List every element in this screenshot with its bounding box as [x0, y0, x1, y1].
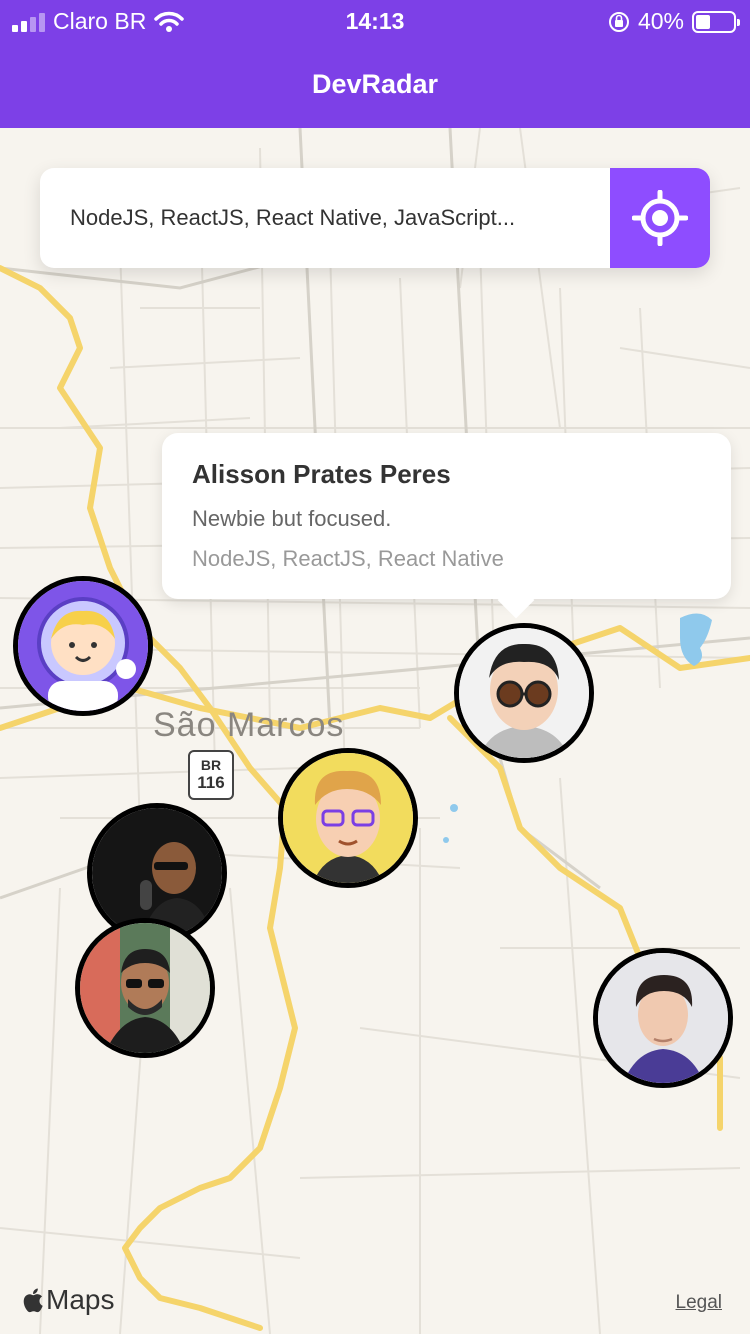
developer-techs: NodeJS, ReactJS, React Native [192, 546, 504, 571]
map-roads [0, 128, 750, 1334]
developer-callout[interactable]: Alisson Prates Peres Newbie but focused.… [162, 433, 731, 599]
developer-marker-sunglasses[interactable] [75, 918, 215, 1058]
search-bar [40, 168, 710, 268]
cartoon-blond-avatar-icon [283, 753, 413, 883]
highway-shield-prefix: BR [200, 757, 222, 773]
maps-attribution: Maps [46, 1284, 115, 1315]
photo-avatar-icon [80, 923, 210, 1053]
techs-search-input[interactable] [40, 168, 610, 268]
crosshair-icon [632, 190, 688, 246]
status-right: 40% [608, 8, 740, 35]
map-view[interactable]: São Marcos BR 116 Alisson Prates Peres N… [0, 128, 750, 1334]
legal-link[interactable]: Legal [676, 1292, 723, 1314]
developer-name: Alisson Prates Peres [192, 459, 451, 489]
developer-marker-astronaut[interactable] [13, 576, 153, 716]
developer-bio: Newbie but focused. [192, 506, 392, 531]
highway-shield-number: 116 [197, 773, 225, 792]
cartoon-glasses-avatar-icon [459, 628, 589, 758]
battery-percent: 40% [637, 8, 684, 34]
app-title: DevRadar [0, 40, 750, 128]
astronaut-avatar-icon [18, 581, 148, 711]
developer-marker-young[interactable] [593, 948, 733, 1088]
orientation-lock-icon [608, 11, 629, 32]
developer-marker-blond[interactable] [278, 748, 418, 888]
apple-maps-logo: Maps [20, 1284, 114, 1316]
battery-icon [692, 10, 740, 33]
apple-logo-icon [23, 1288, 43, 1313]
highway-shield: BR 116 [188, 750, 234, 800]
photo-avatar-icon [598, 953, 728, 1083]
locate-button[interactable] [610, 168, 710, 268]
developer-marker-alisson[interactable] [454, 623, 594, 763]
city-label: São Marcos [153, 706, 345, 744]
status-bar: Claro BR 14:13 40% [0, 0, 750, 40]
